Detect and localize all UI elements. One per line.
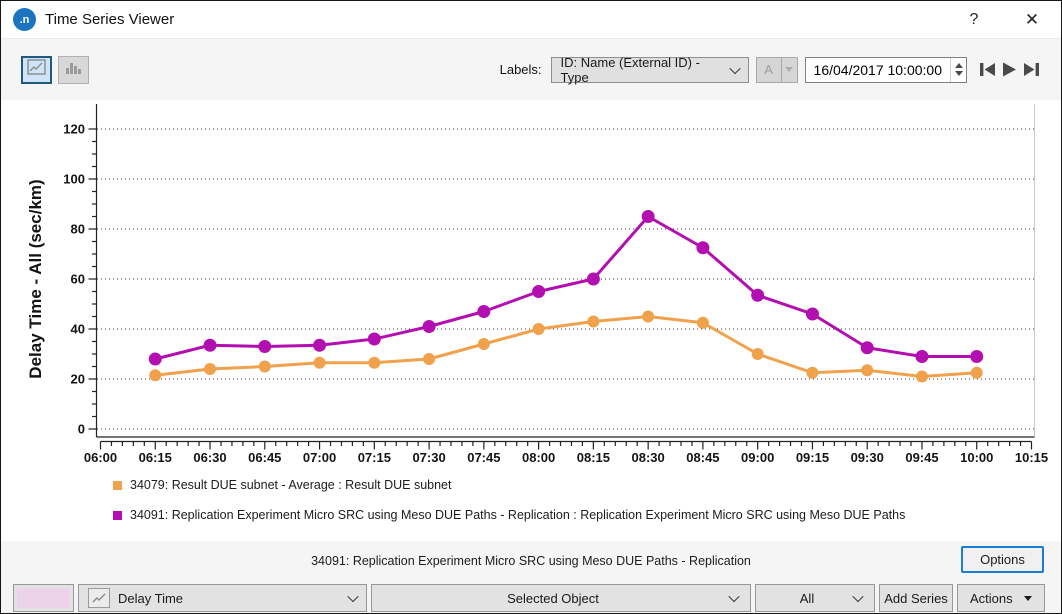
options-button[interactable]: Options bbox=[961, 546, 1044, 573]
skip-to-end-icon bbox=[1023, 62, 1040, 77]
svg-text:09:00: 09:00 bbox=[741, 450, 774, 465]
aggregation-dropdown-value: All bbox=[768, 591, 846, 606]
series-color-picker-button[interactable] bbox=[13, 584, 74, 612]
skip-to-end-button[interactable] bbox=[1022, 60, 1041, 80]
app-logo-icon: .n bbox=[13, 8, 36, 31]
svg-text:120: 120 bbox=[63, 122, 85, 137]
svg-text:06:30: 06:30 bbox=[193, 450, 226, 465]
svg-text:80: 80 bbox=[71, 222, 85, 237]
actions-button[interactable]: Actions bbox=[957, 584, 1045, 612]
labels-dropdown[interactable]: ID: Name (External ID) - Type bbox=[551, 57, 749, 83]
skip-to-start-icon bbox=[979, 62, 996, 77]
series-0-swatch-icon bbox=[113, 481, 122, 490]
svg-text:40: 40 bbox=[71, 322, 85, 337]
triangle-down-icon bbox=[1024, 596, 1032, 601]
svg-text:100: 100 bbox=[63, 172, 85, 187]
svg-text:60: 60 bbox=[71, 272, 85, 287]
metric-dropdown-value: Delay Time bbox=[118, 591, 341, 606]
chart-type-toggles bbox=[21, 56, 89, 84]
chart-legend: 34079: Result DUE subnet - Average : Res… bbox=[1, 470, 1061, 530]
selected-series-title: 34091: Replication Experiment Micro SRC … bbox=[1, 554, 1061, 568]
font-split-button[interactable]: A bbox=[756, 57, 798, 83]
toolbar-right-group: Labels: ID: Name (External ID) - Type A … bbox=[500, 57, 1041, 83]
svg-text:07:30: 07:30 bbox=[412, 450, 445, 465]
aggregation-dropdown[interactable]: All bbox=[755, 584, 875, 612]
svg-text:20: 20 bbox=[71, 372, 85, 387]
legend-item: 34091: Replication Experiment Micro SRC … bbox=[113, 500, 1061, 530]
svg-text:08:15: 08:15 bbox=[577, 450, 610, 465]
skip-to-start-button[interactable] bbox=[978, 60, 997, 80]
time-navigation-buttons bbox=[978, 60, 1041, 80]
close-button[interactable]: ✕ bbox=[1017, 10, 1047, 30]
play-button[interactable] bbox=[1000, 60, 1019, 80]
actions-button-label: Actions bbox=[970, 591, 1013, 606]
series-1-swatch-icon bbox=[113, 511, 122, 520]
svg-text:08:00: 08:00 bbox=[522, 450, 555, 465]
datetime-value: 16/04/2017 10:00:00 bbox=[806, 62, 950, 78]
add-series-button[interactable]: Add Series bbox=[879, 584, 953, 612]
bar-chart-toggle-button[interactable] bbox=[58, 56, 89, 84]
chart-section: 0 20 40 60 80 100 120 06:00 06:15 06:30 06:45 07:00… bbox=[1, 100, 1061, 541]
spin-down-icon[interactable] bbox=[955, 71, 963, 76]
svg-text:10:15: 10:15 bbox=[1015, 450, 1048, 465]
svg-text:09:15: 09:15 bbox=[796, 450, 829, 465]
legend-label: 34079: Result DUE subnet - Average : Res… bbox=[130, 478, 451, 492]
footer-controls-row: Delay Time Selected Object All Add Serie… bbox=[13, 584, 1045, 612]
footer-top-row: 34091: Replication Experiment Micro SRC … bbox=[1, 546, 1061, 578]
svg-text:07:15: 07:15 bbox=[358, 450, 391, 465]
legend-label: 34091: Replication Experiment Micro SRC … bbox=[130, 508, 905, 522]
spin-up-icon[interactable] bbox=[955, 63, 963, 68]
line-chart-icon bbox=[27, 59, 46, 80]
svg-text:06:45: 06:45 bbox=[248, 450, 281, 465]
titlebar: .n Time Series Viewer ? ✕ bbox=[1, 1, 1061, 39]
svg-text:0: 0 bbox=[78, 422, 85, 437]
svg-text:08:45: 08:45 bbox=[686, 450, 719, 465]
help-button[interactable]: ? bbox=[959, 11, 989, 29]
bar-chart-icon bbox=[65, 60, 82, 80]
svg-text:09:30: 09:30 bbox=[851, 450, 884, 465]
svg-text:Delay Time - All (sec/km): Delay Time - All (sec/km) bbox=[26, 179, 45, 378]
font-button-label: A bbox=[757, 58, 781, 82]
chevron-down-icon bbox=[852, 591, 863, 602]
svg-text:07:00: 07:00 bbox=[303, 450, 336, 465]
svg-text:09:45: 09:45 bbox=[905, 450, 938, 465]
svg-text:08:30: 08:30 bbox=[632, 450, 665, 465]
play-icon bbox=[1002, 62, 1017, 77]
line-chart-toggle-button[interactable] bbox=[21, 56, 52, 84]
toolbar: Labels: ID: Name (External ID) - Type A … bbox=[1, 39, 1061, 100]
svg-text:06:00: 06:00 bbox=[84, 450, 117, 465]
font-dropdown-arrow[interactable] bbox=[781, 58, 797, 82]
metric-dropdown[interactable]: Delay Time bbox=[78, 584, 367, 612]
svg-text:07:45: 07:45 bbox=[467, 450, 500, 465]
series-color-swatch bbox=[17, 588, 70, 608]
time-series-viewer-window: .n Time Series Viewer ? ✕ Labels: ID: Na… bbox=[0, 0, 1062, 614]
window-title: Time Series Viewer bbox=[45, 11, 959, 28]
footer: 34091: Replication Experiment Micro SRC … bbox=[1, 541, 1061, 614]
datetime-spin-buttons[interactable] bbox=[950, 58, 966, 82]
legend-item: 34079: Result DUE subnet - Average : Res… bbox=[113, 470, 1061, 500]
svg-text:10:00: 10:00 bbox=[960, 450, 993, 465]
triangle-down-icon bbox=[785, 67, 793, 72]
chevron-down-icon bbox=[347, 591, 358, 602]
object-dropdown[interactable]: Selected Object bbox=[371, 584, 751, 612]
labels-caption: Labels: bbox=[500, 62, 542, 77]
datetime-spinner[interactable]: 16/04/2017 10:00:00 bbox=[805, 57, 967, 83]
svg-text:06:15: 06:15 bbox=[139, 450, 172, 465]
labels-dropdown-value: ID: Name (External ID) - Type bbox=[561, 55, 723, 85]
chevron-down-icon bbox=[729, 62, 740, 73]
chevron-down-icon bbox=[728, 591, 739, 602]
object-dropdown-value: Selected Object bbox=[384, 591, 722, 606]
line-chart-icon bbox=[88, 588, 110, 608]
time-series-chart: 0 20 40 60 80 100 120 06:00 06:15 06:30 06:45 07:00… bbox=[1, 100, 1061, 470]
